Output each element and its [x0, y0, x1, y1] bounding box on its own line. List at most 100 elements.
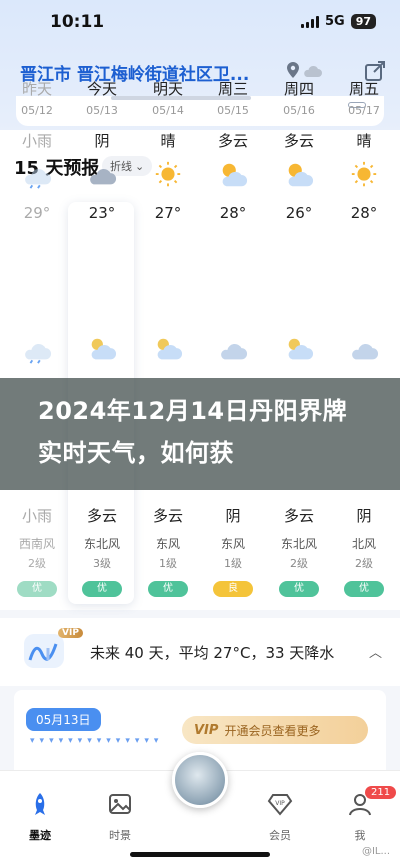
- tab-label: 墨迹: [29, 829, 51, 842]
- forecast-day-column[interactable]: 周三 05/15 多云 28°: [200, 78, 266, 222]
- night-weather: [69, 335, 135, 363]
- night-details: 多云东北风 3级优: [69, 505, 135, 597]
- night-condition: 多云: [86, 507, 117, 525]
- wind-level: 2级: [290, 557, 308, 570]
- tab-moji[interactable]: 墨迹: [10, 791, 70, 843]
- wind-level: 3级: [93, 557, 111, 570]
- status-right: 5G 97: [300, 14, 376, 29]
- aqi-badge: 优: [17, 581, 57, 597]
- vip-tag: VIP: [58, 628, 83, 638]
- low-temp: 19°: [23, 283, 51, 301]
- overcast-night-icon: [347, 335, 381, 363]
- rain-icon: [20, 335, 54, 364]
- forecast-day-column[interactable]: 周四 05/16 多云 26°: [266, 78, 332, 222]
- night-condition: 阴: [225, 507, 241, 525]
- night-weather: [200, 335, 266, 363]
- night-condition: 阴: [356, 507, 372, 525]
- notification-badge: 211: [365, 786, 397, 799]
- wind-level: 1级: [159, 557, 177, 570]
- signal-icon: [300, 15, 319, 28]
- day-condition: 晴: [356, 132, 372, 150]
- partly-cloudy-icon: [216, 160, 250, 190]
- day-date: 05/12: [21, 104, 53, 117]
- date-pill: 05月13日: [26, 708, 101, 731]
- rocket-icon: [35, 793, 45, 815]
- cloud-icon: [304, 65, 322, 77]
- sun-icon: [347, 160, 381, 190]
- forecast-day-column[interactable]: 明天 05/14 晴 27°: [135, 78, 201, 222]
- night-details: 阴北风 2级优: [331, 505, 397, 597]
- forty-day-summary: 未来 40 天，平均 27°C，33 天降水: [90, 644, 335, 662]
- vip-open-button[interactable]: VIP 开通会员查看更多: [182, 716, 368, 744]
- day-name: 周五: [348, 80, 379, 98]
- wind-level: 2级: [355, 557, 373, 570]
- forty-day-card[interactable]: VIP 未来 40 天，平均 27°C，33 天降水 ︿: [0, 618, 400, 686]
- night-weather: [135, 335, 201, 363]
- night-details: 多云 东风 1级优: [135, 505, 201, 597]
- location-pin-icon: [287, 62, 299, 78]
- partly-cloudy-icon: [282, 160, 316, 190]
- day-condition: 阴: [94, 132, 110, 150]
- forecast-day-column[interactable]: 昨天 05/12 小雨 29°: [4, 78, 70, 222]
- night-details: 多云东北风 2级优: [266, 505, 332, 597]
- night-condition: 多云: [283, 507, 314, 525]
- overcast-icon: [85, 160, 119, 190]
- aqi-badge: 优: [82, 581, 122, 597]
- night-details: 小雨西南风 2级优: [4, 505, 70, 597]
- wind-direction: 东北风: [280, 537, 317, 551]
- wind-direction: 北风: [351, 537, 376, 551]
- sun-icon: [151, 160, 185, 190]
- weather-scene-button[interactable]: [172, 752, 228, 808]
- chevron-up-icon[interactable]: ︿: [369, 642, 382, 661]
- forecast-day-column[interactable]: 周五 05/17 晴 28°: [331, 78, 397, 222]
- day-name: 昨天: [21, 80, 52, 98]
- status-time: 10:11: [50, 12, 105, 32]
- home-indicator: [130, 852, 270, 857]
- day-condition: 多云: [217, 132, 248, 150]
- day-date: 05/14: [152, 104, 184, 117]
- day-condition: 晴: [160, 132, 176, 150]
- network-type: 5G: [324, 14, 345, 29]
- day-name: 明天: [152, 80, 183, 98]
- article-banner[interactable]: 2024年12月14日丹阳界牌实时天气，如何获: [0, 378, 400, 490]
- vip-diamond-icon: VIP: [267, 794, 293, 816]
- vip-button-label: 开通会员查看更多: [224, 723, 321, 738]
- night-condition: 多云: [152, 507, 183, 525]
- aqi-badge: 优: [344, 581, 384, 597]
- night-condition: 小雨: [21, 507, 52, 525]
- cloud-night-icon: [282, 335, 316, 363]
- tab-label: 时景: [109, 829, 131, 842]
- wind-direction: 西南风: [18, 537, 55, 551]
- tab-vip[interactable]: VIP 会员: [250, 791, 310, 843]
- wind-direction: 东风: [155, 537, 180, 551]
- day-date: 05/15: [217, 104, 249, 117]
- night-weather: [4, 335, 70, 364]
- day-name: 周四: [283, 80, 314, 98]
- day-condition: 小雨: [21, 132, 52, 150]
- day-name: 周三: [217, 80, 248, 98]
- day-condition: 多云: [283, 132, 314, 150]
- svg-text:VIP: VIP: [275, 800, 285, 807]
- cloud-night-icon: [151, 335, 185, 363]
- high-temp-line: [0, 220, 400, 260]
- wind-direction: 东风: [220, 537, 245, 551]
- battery-icon: 97: [350, 14, 376, 29]
- forecast-day-column[interactable]: 今天 05/13 阴 23°: [69, 78, 135, 222]
- banner-text: 2024年12月14日丹阳界牌实时天气，如何获: [38, 397, 348, 467]
- wind-level: 2级: [28, 557, 46, 570]
- wind-level: 1级: [224, 557, 242, 570]
- night-weather: [266, 335, 332, 363]
- overcast-night-icon: [216, 335, 250, 363]
- status-bar: 10:11 5G 97: [0, 0, 400, 46]
- aqi-badge: 良: [213, 581, 253, 597]
- day-name: 今天: [86, 80, 117, 98]
- cloud-night-icon: [85, 335, 119, 363]
- aqi-badge: 优: [279, 581, 319, 597]
- day-date: 05/13: [86, 104, 118, 117]
- wind-direction: 东北风: [83, 537, 120, 551]
- tab-shijing[interactable]: 时景: [90, 791, 150, 843]
- rain-icon: [20, 160, 54, 190]
- tab-label: 会员: [269, 829, 291, 842]
- vip-logo-text: VIP: [194, 722, 219, 738]
- day-date: 05/16: [283, 104, 315, 117]
